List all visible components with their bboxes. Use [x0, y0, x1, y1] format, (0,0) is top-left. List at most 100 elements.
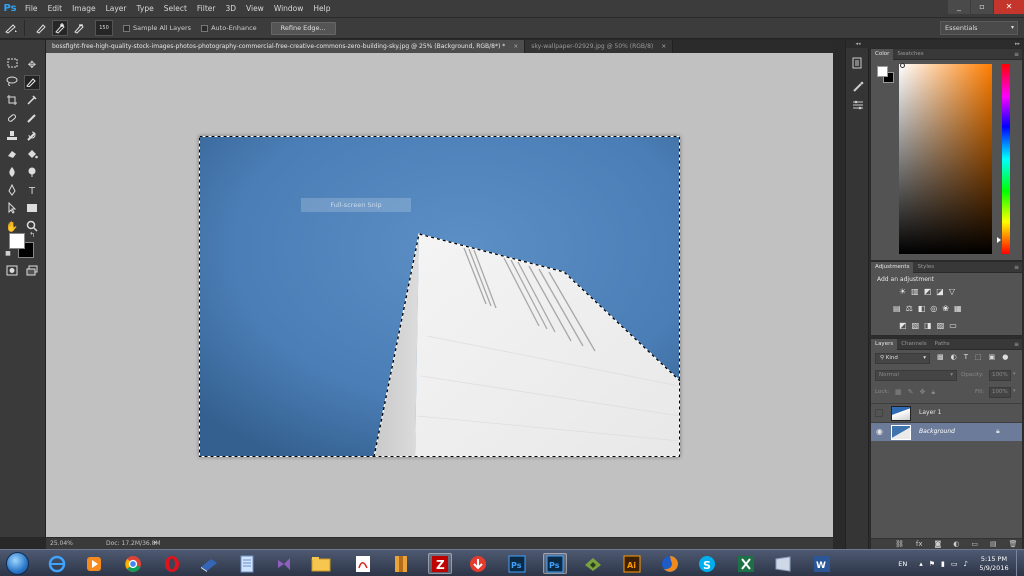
archive-icon[interactable] — [389, 553, 413, 574]
healing-brush-tool-icon[interactable] — [4, 112, 20, 127]
layer-name[interactable]: Background — [919, 428, 955, 435]
fill-input[interactable]: 100% — [989, 387, 1011, 398]
brightness-contrast-icon[interactable]: ☀ — [899, 287, 906, 296]
hue-slider-handle[interactable] — [997, 237, 1001, 243]
tab-adjustments[interactable]: Adjustments — [871, 261, 914, 273]
chrome-icon[interactable] — [121, 553, 145, 574]
shape-filter-icon[interactable]: ⬚ — [975, 353, 982, 361]
adjustment-filter-icon[interactable]: ◐ — [951, 353, 957, 361]
close-button[interactable]: ✕ — [994, 0, 1024, 14]
default-colors-icon[interactable]: ■ — [4, 250, 12, 258]
levels-icon[interactable]: ▥ — [911, 287, 919, 296]
new-selection-icon[interactable] — [33, 20, 49, 36]
tab-color[interactable]: Color — [871, 48, 894, 60]
properties-panel-icon[interactable] — [850, 99, 866, 113]
firefox-icon[interactable] — [658, 553, 682, 574]
canvas-area[interactable]: Full-screen Snip — [46, 53, 833, 537]
panel-menu-icon[interactable]: ≡ — [1014, 339, 1019, 350]
foreground-color-swatch[interactable] — [9, 233, 25, 249]
document-image[interactable]: Full-screen Snip — [199, 136, 680, 457]
clone-stamp-tool-icon[interactable] — [4, 130, 20, 145]
close-tab-icon[interactable]: × — [661, 43, 666, 50]
path-selection-tool-icon[interactable] — [4, 201, 20, 217]
posterize-icon[interactable]: ▧ — [912, 321, 920, 330]
tab-document-1[interactable]: bossfight-free-high-quality-stock-images… — [46, 40, 526, 53]
excel-icon[interactable] — [734, 553, 758, 574]
fill-arrow-icon[interactable]: ▾ — [1013, 388, 1016, 394]
brush-size-picker[interactable]: 150 — [95, 20, 113, 36]
invert-icon[interactable]: ◩ — [899, 321, 907, 330]
color-lookup-icon[interactable]: ▦ — [954, 304, 962, 313]
pixel-filter-icon[interactable]: ▩ — [937, 353, 944, 361]
opera-icon[interactable] — [160, 553, 184, 574]
menu-3d[interactable]: 3D — [220, 4, 241, 13]
menu-help[interactable]: Help — [308, 4, 335, 13]
swap-colors-icon[interactable]: ↰ — [27, 230, 37, 240]
filezilla-icon[interactable]: Z — [428, 553, 452, 574]
selective-color-icon[interactable]: ▨ — [937, 321, 945, 330]
exposure-icon[interactable]: ◪ — [936, 287, 944, 296]
menu-select[interactable]: Select — [159, 4, 192, 13]
color-picker-cursor[interactable] — [900, 63, 905, 68]
brush-tool-icon[interactable] — [24, 112, 40, 127]
volume-icon[interactable]: ♪ — [964, 560, 968, 568]
tab-paths[interactable]: Paths — [931, 339, 954, 350]
minimize-button[interactable]: _ — [948, 0, 970, 14]
quick-mask-icon[interactable] — [4, 265, 20, 280]
menu-image[interactable]: Image — [67, 4, 101, 13]
type-tool-icon[interactable]: T — [24, 184, 40, 199]
paint-bucket-tool-icon[interactable] — [24, 148, 40, 163]
color-balance-icon[interactable]: ⚖ — [906, 304, 913, 313]
app-icon[interactable] — [581, 553, 605, 574]
refine-edge-button[interactable]: Refine Edge... — [270, 21, 336, 35]
illustrator-icon[interactable]: Ai — [620, 553, 644, 574]
tab-layers[interactable]: Layers — [871, 338, 898, 350]
foreground-color-chip[interactable] — [877, 66, 888, 77]
flag-icon[interactable]: ⚑ — [929, 560, 935, 568]
eye-icon[interactable]: ◉ — [876, 427, 883, 436]
tab-styles[interactable]: Styles — [913, 262, 938, 273]
vibrance-icon[interactable]: ▽ — [949, 287, 955, 296]
color-field[interactable] — [899, 64, 992, 254]
start-button[interactable] — [6, 552, 29, 575]
eyedropper-tool-icon[interactable] — [24, 94, 40, 109]
language-indicator[interactable]: EN — [898, 560, 907, 568]
lock-all-icon[interactable]: 🔒︎ — [931, 388, 935, 397]
brush-panel-icon[interactable] — [850, 81, 866, 95]
zoom-level[interactable]: 25.04% — [50, 540, 73, 547]
collapse-panels-icon[interactable]: ▸▸ — [869, 40, 1024, 48]
menu-filter[interactable]: Filter — [192, 4, 221, 13]
photoshop-taskbar-icon[interactable]: Ps — [505, 553, 529, 574]
lock-pixels-icon[interactable]: ✎ — [908, 388, 914, 397]
history-brush-tool-icon[interactable] — [24, 130, 40, 145]
filter-toggle-icon[interactable]: ● — [1002, 353, 1008, 361]
smart-object-filter-icon[interactable]: ▣ — [989, 353, 996, 361]
skype-icon[interactable]: S — [695, 553, 719, 574]
add-to-selection-icon[interactable] — [52, 20, 68, 36]
notepad-icon[interactable] — [235, 553, 259, 574]
workspace-select[interactable]: Essentials ▾ — [940, 21, 1018, 35]
lock-transparent-icon[interactable]: ▦ — [895, 388, 902, 397]
layer-row-selected[interactable]: ◉ Background 🔒︎ — [871, 422, 1022, 441]
auto-enhance-checkbox[interactable] — [201, 24, 209, 32]
battery-icon[interactable]: ▭ — [951, 560, 958, 568]
rectangle-tool-icon[interactable] — [24, 202, 40, 217]
eraser-tool-icon[interactable] — [4, 148, 20, 163]
subtract-from-selection-icon[interactable] — [71, 20, 87, 36]
photo-filter-icon[interactable]: ◎ — [930, 304, 937, 313]
hue-saturation-icon[interactable]: ▤ — [893, 304, 901, 313]
tab-document-2[interactable]: sky-wallpaper-02929.jpg @ 50% (RGB/8) × — [525, 40, 674, 53]
panel-menu-icon[interactable]: ≡ — [1014, 262, 1019, 273]
marquee-tool-icon[interactable] — [4, 58, 20, 73]
status-menu-arrow-icon[interactable]: ▸ — [154, 539, 157, 546]
blend-mode-select[interactable]: Normal ▾ — [875, 370, 957, 381]
opacity-input[interactable]: 100% — [989, 370, 1011, 381]
dodge-tool-icon[interactable] — [24, 166, 40, 181]
menu-window[interactable]: Window — [269, 4, 309, 13]
ie-icon[interactable] — [45, 553, 69, 574]
layer-row[interactable]: Layer 1 — [871, 403, 1022, 422]
move-tool-icon[interactable]: ✥ — [24, 58, 40, 73]
blur-tool-icon[interactable] — [4, 166, 20, 181]
curves-icon[interactable]: ◩ — [924, 287, 932, 296]
menu-layer[interactable]: Layer — [101, 4, 132, 13]
